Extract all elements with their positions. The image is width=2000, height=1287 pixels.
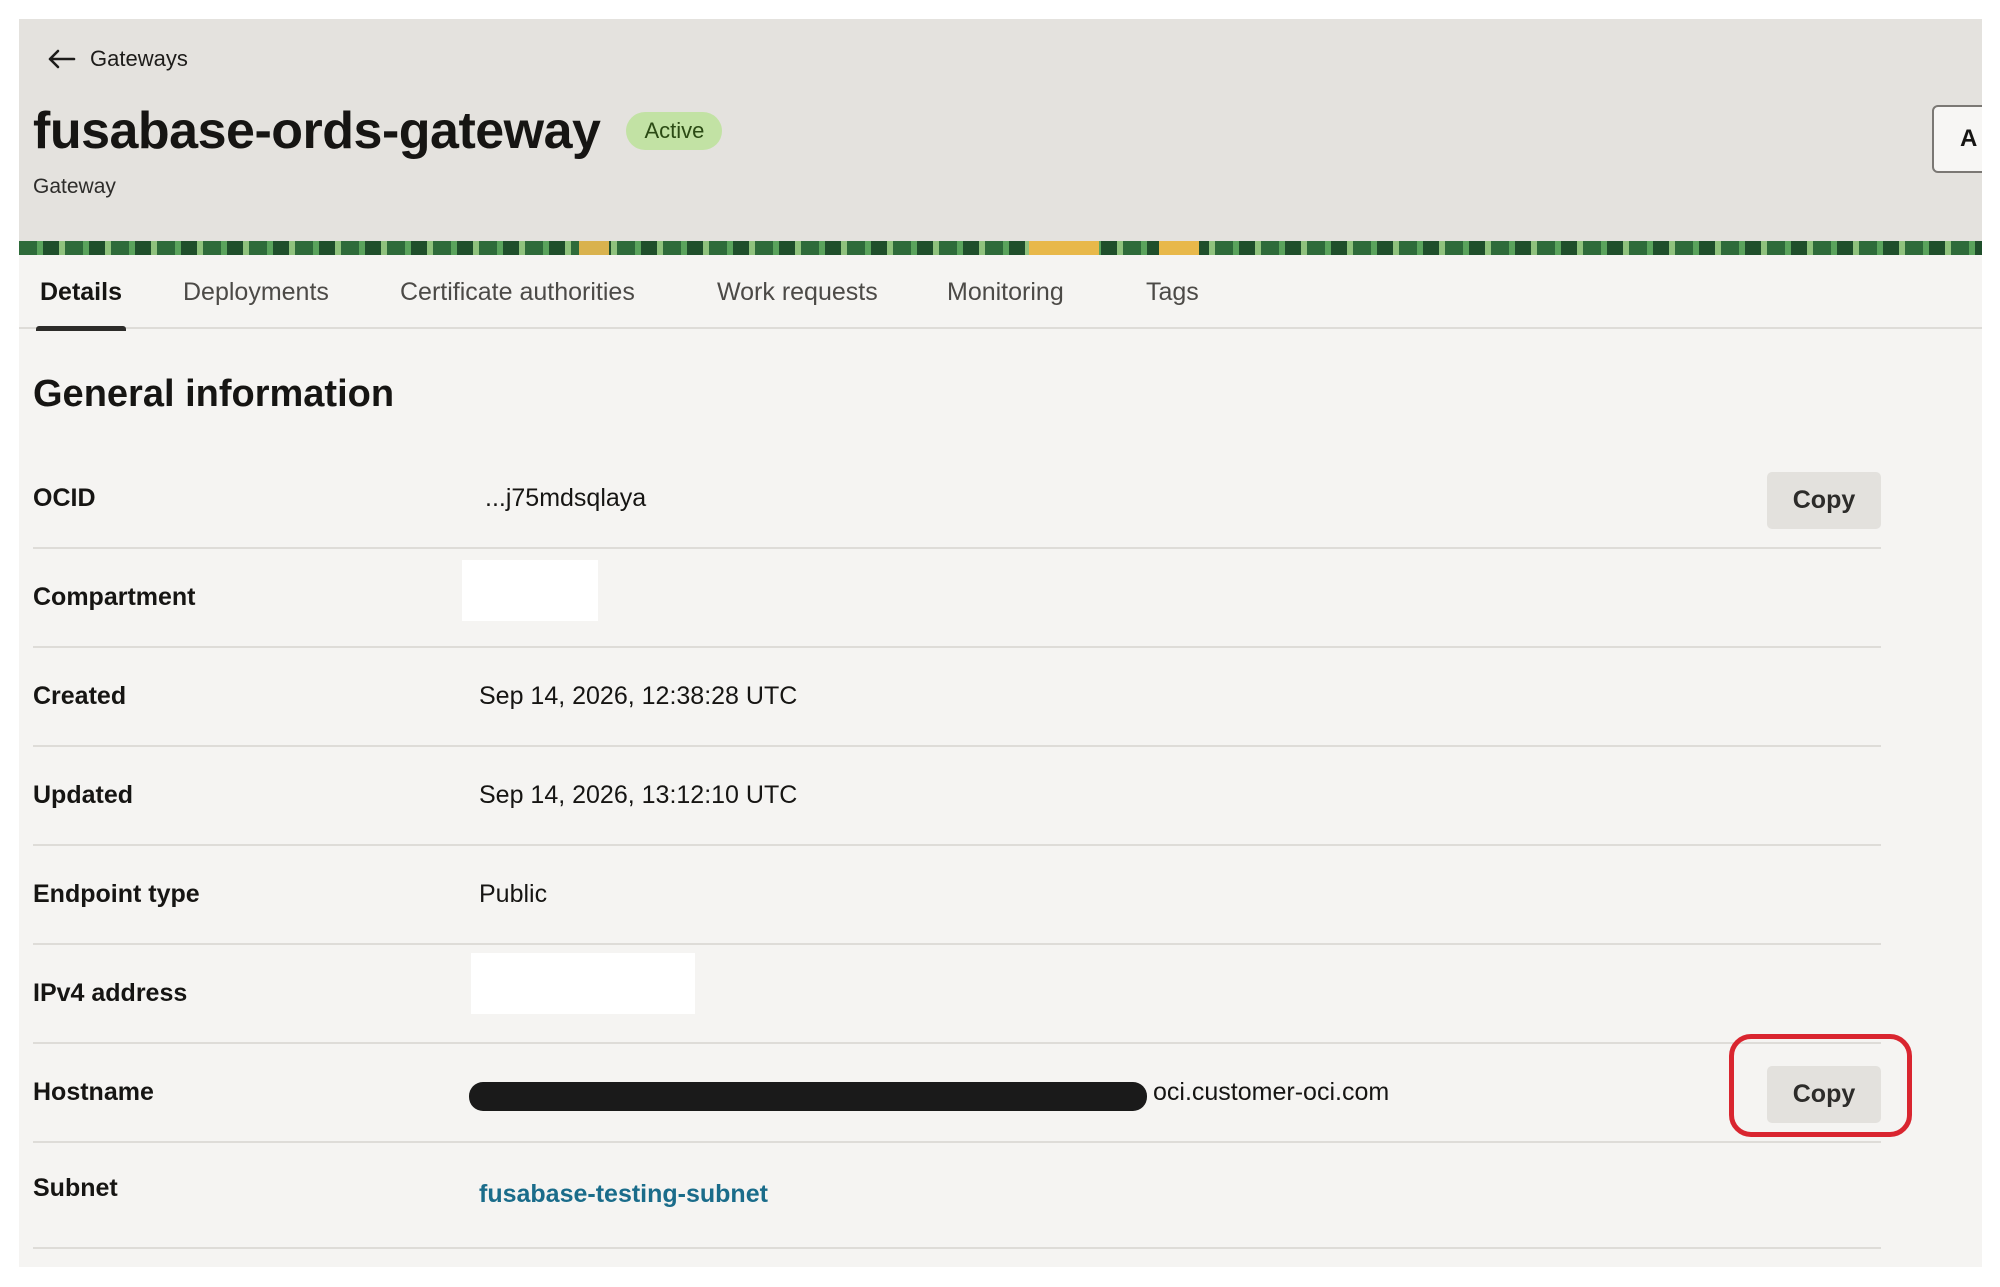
updated-value: Sep 14, 2026, 13:12:10 UTC xyxy=(479,781,798,809)
gateway-details-page: Gateways fusabase-ords-gateway Active Ga… xyxy=(19,19,1982,1267)
hostname-value: oci.customer-oci.com xyxy=(1153,1078,1390,1106)
row-label: Hostname xyxy=(33,1078,154,1106)
subnet-link[interactable]: fusabase-testing-subnet xyxy=(479,1180,768,1209)
status-badge: Active xyxy=(626,111,723,151)
tab-bar: Details Deployments Certificate authorit… xyxy=(19,255,1982,331)
redacted-ipv4 xyxy=(471,953,695,1014)
redacted-compartment xyxy=(462,560,598,621)
row-label: OCID xyxy=(33,484,96,512)
detail-row-ipv4: IPv4 address xyxy=(33,945,1881,1044)
tab-tags[interactable]: Tags xyxy=(1146,255,1199,329)
tab-certificate-authorities[interactable]: Certificate authorities xyxy=(400,255,635,329)
resource-type-subtitle: Gateway xyxy=(33,175,116,198)
row-label: Compartment xyxy=(33,583,196,611)
section-title: General information xyxy=(33,373,395,415)
row-label: Subnet xyxy=(33,1173,118,1202)
detail-row-subnet: Subnet fusabase-testing-subnet xyxy=(33,1143,1881,1249)
tab-details[interactable]: Details xyxy=(36,255,126,331)
detail-row-endpoint-type: Endpoint type Public xyxy=(33,846,1881,945)
back-to-gateways-link[interactable]: Gateways xyxy=(46,39,188,79)
ocid-value: ...j75mdsqlaya xyxy=(485,484,647,512)
endpoint-type-value: Public xyxy=(479,880,548,908)
detail-row-updated: Updated Sep 14, 2026, 13:12:10 UTC xyxy=(33,747,1881,846)
tab-monitoring[interactable]: Monitoring xyxy=(947,255,1064,329)
page-header: Gateways fusabase-ords-gateway Active Ga… xyxy=(19,19,1982,241)
header-action-button[interactable]: A xyxy=(1932,105,1982,173)
page-title: fusabase-ords-gateway xyxy=(33,102,601,160)
arrow-left-icon xyxy=(46,48,76,70)
detail-row-compartment: Compartment xyxy=(33,549,1881,648)
created-value: Sep 14, 2026, 12:38:28 UTC xyxy=(479,682,798,710)
copy-ocid-button[interactable]: Copy xyxy=(1767,472,1881,529)
row-label: Created xyxy=(33,682,127,710)
row-label: Endpoint type xyxy=(33,880,200,908)
tab-work-requests[interactable]: Work requests xyxy=(717,255,878,329)
tab-deployments[interactable]: Deployments xyxy=(183,255,329,329)
decorative-banner xyxy=(19,241,1982,255)
row-label: IPv4 address xyxy=(33,979,188,1007)
detail-row-hostname: Hostname oci.customer-oci.com Copy xyxy=(33,1044,1881,1143)
copy-hostname-button[interactable]: Copy xyxy=(1767,1066,1881,1123)
title-row: fusabase-ords-gateway Active xyxy=(33,102,723,160)
back-link-label: Gateways xyxy=(90,46,188,71)
subnet-value: fusabase-testing-subnet xyxy=(479,1143,768,1245)
detail-row-ocid: OCID ...j75mdsqlaya Copy xyxy=(33,450,1881,549)
redacted-hostname-prefix xyxy=(469,1082,1147,1111)
detail-row-created: Created Sep 14, 2026, 12:38:28 UTC xyxy=(33,648,1881,747)
row-label: Updated xyxy=(33,781,133,809)
